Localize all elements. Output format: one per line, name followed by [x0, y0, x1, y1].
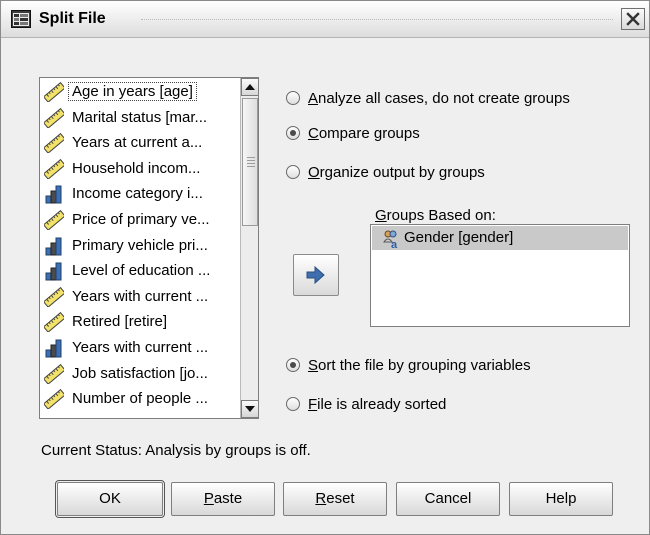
variable-item[interactable]: Household incom... — [42, 158, 238, 180]
variable-item[interactable]: Marital status [mar... — [42, 107, 238, 129]
variable-item-label: Household incom... — [72, 159, 201, 177]
triangle-up-icon — [245, 84, 255, 90]
scale-ruler-icon — [42, 81, 66, 103]
variable-item[interactable]: Number of people ... — [42, 388, 238, 411]
variable-item[interactable]: Level of education ... — [42, 260, 238, 282]
scale-ruler-icon — [42, 363, 66, 385]
nominal-var-icon: a — [383, 230, 398, 249]
scroll-down-button[interactable] — [241, 400, 258, 418]
variable-item-label: Age in years [age] — [68, 82, 197, 101]
ordinal-bars-icon — [44, 184, 64, 204]
scale-ruler-icon — [42, 107, 66, 129]
grip-icon — [247, 157, 255, 169]
variable-item[interactable]: Retired [retire] — [42, 311, 238, 334]
variable-item[interactable]: Years at current a... — [42, 132, 238, 155]
variable-item[interactable]: Years with current ... — [42, 337, 238, 359]
organize-output-mnemonic: O — [308, 164, 320, 181]
organize-output-label: rganize output by groups — [319, 164, 485, 181]
scale-ruler-icon — [42, 209, 66, 231]
close-icon — [626, 12, 640, 26]
variable-item-label: Years at current a... — [72, 134, 203, 152]
title-divider — [141, 19, 613, 20]
variable-item[interactable]: Age in years [age] — [42, 81, 238, 103]
analyze-all-mnemonic: A — [308, 90, 319, 107]
scale-ruler-icon — [42, 286, 66, 308]
variable-item-label: Years with current ... — [72, 287, 209, 305]
scroll-up-button[interactable] — [241, 78, 258, 96]
groups-based-on-list[interactable]: a Gender [gender] — [370, 224, 630, 327]
triangle-down-icon — [245, 406, 255, 412]
variable-item[interactable]: Years with current ... — [42, 286, 238, 308]
radio-compare-groups-indicator[interactable] — [286, 126, 300, 140]
variable-list-scrollbar[interactable] — [240, 78, 258, 418]
scale-ruler-icon — [42, 133, 66, 155]
variable-item-label: Price of primary ve... — [72, 211, 210, 228]
radio-already-sorted-indicator[interactable] — [286, 397, 300, 411]
spss-app-icon — [11, 10, 31, 28]
variable-item-label: Marital status [mar... — [72, 108, 208, 126]
split-file-dialog: Split File Age in years [age] Marital sta… — [0, 0, 650, 535]
group-item-gender[interactable]: a Gender [gender] — [372, 226, 628, 250]
variable-item[interactable]: Job satisfaction [jo... — [42, 363, 238, 385]
title-bar: Split File — [1, 1, 649, 38]
variable-item-label: Job satisfaction [jo... — [72, 364, 208, 382]
variable-item-label: Number of people ... — [72, 390, 208, 408]
variable-item-label: Level of education ... — [72, 262, 211, 280]
compare-groups-mnemonic: C — [308, 125, 319, 142]
move-to-groups-button[interactable] — [293, 254, 339, 296]
variable-item-label: Income category i... — [72, 185, 203, 203]
radio-sort-by-grouping-indicator[interactable] — [286, 358, 300, 372]
scale-ruler-icon — [42, 158, 66, 180]
radio-organize-output-indicator[interactable] — [286, 165, 300, 179]
variable-item[interactable]: Price of primary ve... — [42, 209, 238, 231]
arrow-right-icon — [306, 266, 325, 284]
ordinal-bars-icon — [44, 338, 64, 358]
reset-button[interactable]: Reset — [283, 482, 387, 516]
scroll-thumb[interactable] — [242, 98, 258, 226]
paste-button[interactable]: Paste — [171, 482, 275, 516]
variable-item[interactable]: Income category i... — [42, 183, 238, 205]
ordinal-bars-icon — [44, 261, 64, 281]
ok-button[interactable]: OK — [55, 480, 165, 518]
svg-text:a: a — [391, 239, 398, 249]
compare-groups-label: ompare groups — [318, 125, 420, 142]
current-status-text: Current Status: Analysis by groups is of… — [41, 442, 311, 459]
cancel-button[interactable]: Cancel — [396, 482, 500, 516]
window-title: Split File — [39, 10, 106, 27]
radio-analyze-all-indicator[interactable] — [286, 91, 300, 105]
already-sorted-label: ile is already sorted — [317, 396, 447, 413]
variable-list[interactable]: Age in years [age] Marital status [mar...… — [39, 77, 259, 419]
analyze-all-label: nalyze all cases, do not create groups — [318, 90, 570, 107]
ordinal-bars-icon — [44, 236, 64, 256]
sort-by-grouping-label: ort the file by grouping variables — [318, 357, 531, 374]
variable-item[interactable]: Primary vehicle pri... — [42, 235, 238, 257]
groups-based-on-label: Groups Based on: — [375, 207, 496, 224]
help-button[interactable]: Help — [509, 482, 613, 516]
sort-mnemonic: S — [308, 357, 319, 374]
close-button[interactable] — [621, 8, 645, 30]
group-item-label: Gender [gender] — [404, 229, 514, 246]
already-sorted-mnemonic: F — [308, 396, 318, 413]
scale-ruler-icon — [42, 389, 66, 411]
scale-ruler-icon — [42, 312, 66, 334]
variable-item-label: Primary vehicle pri... — [72, 236, 208, 254]
variable-item-label: Years with current ... — [72, 339, 209, 356]
variable-item-label: Retired [retire] — [72, 313, 168, 331]
